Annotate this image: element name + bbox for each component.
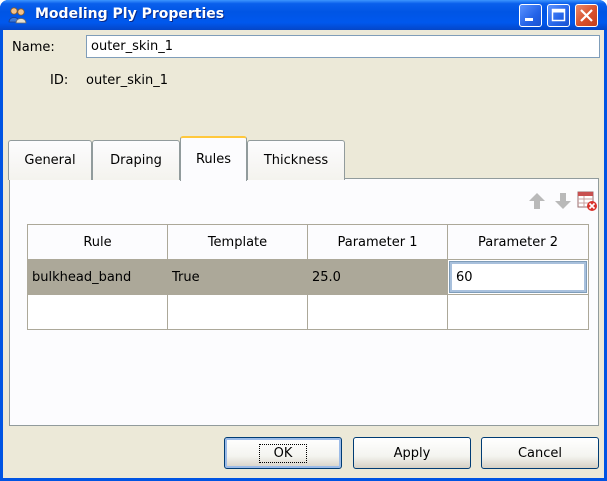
table-header-row: Rule Template Parameter 1 Parameter 2 [27, 224, 589, 260]
tab-rules[interactable]: Rules [180, 136, 247, 181]
maximize-icon [551, 8, 566, 22]
column-header-template[interactable]: Template [167, 224, 308, 260]
rules-table: Rule Template Parameter 1 Parameter 2 bu… [27, 224, 589, 330]
table-row-empty[interactable] [27, 294, 589, 330]
minimize-icon [525, 18, 533, 21]
maximize-button[interactable] [547, 4, 570, 27]
tab-general-label: General [24, 153, 76, 168]
ok-button-label: OK [258, 443, 308, 463]
tab-thickness[interactable]: Thickness [247, 140, 345, 180]
cancel-button[interactable]: Cancel [481, 437, 599, 469]
id-label: ID: [50, 73, 69, 88]
close-button[interactable] [575, 4, 598, 27]
id-value: outer_skin_1 [86, 73, 169, 88]
column-header-parameter-1[interactable]: Parameter 1 [307, 224, 448, 260]
ok-button[interactable]: OK [224, 437, 342, 469]
cancel-button-label: Cancel [517, 445, 563, 461]
cell-rule[interactable]: bulkhead_band [27, 259, 168, 295]
cell-empty[interactable] [27, 294, 168, 330]
arrow-up-icon[interactable] [526, 190, 548, 212]
cell-template[interactable]: True [167, 259, 308, 295]
people-icon [8, 7, 27, 24]
window-title: Modeling Ply Properties [35, 6, 225, 22]
column-header-rule[interactable]: Rule [27, 224, 168, 260]
apply-button[interactable]: Apply [353, 437, 471, 469]
table-row[interactable]: bulkhead_band True 25.0 [27, 259, 589, 295]
parameter-2-editor[interactable] [449, 261, 587, 293]
tab-thickness-label: Thickness [263, 153, 329, 168]
column-header-parameter-2[interactable]: Parameter 2 [447, 224, 589, 260]
name-field[interactable] [86, 35, 600, 58]
cell-parameter-1[interactable]: 25.0 [307, 259, 448, 295]
title-bar[interactable]: Modeling Ply Properties [0, 0, 607, 30]
cell-parameter-2[interactable] [447, 259, 589, 295]
tab-draping[interactable]: Draping [92, 140, 180, 180]
close-icon [580, 9, 593, 22]
tab-draping-label: Draping [110, 153, 162, 168]
tab-rules-label: Rules [195, 152, 232, 167]
cell-empty[interactable] [167, 294, 308, 330]
minimize-button[interactable] [519, 4, 542, 27]
cell-empty[interactable] [307, 294, 448, 330]
delete-row-icon[interactable] [576, 190, 598, 212]
apply-button-label: Apply [393, 445, 431, 461]
cell-empty[interactable] [447, 294, 589, 330]
name-label: Name: [12, 40, 55, 55]
tab-general[interactable]: General [8, 140, 92, 180]
arrow-down-icon[interactable] [552, 190, 574, 212]
